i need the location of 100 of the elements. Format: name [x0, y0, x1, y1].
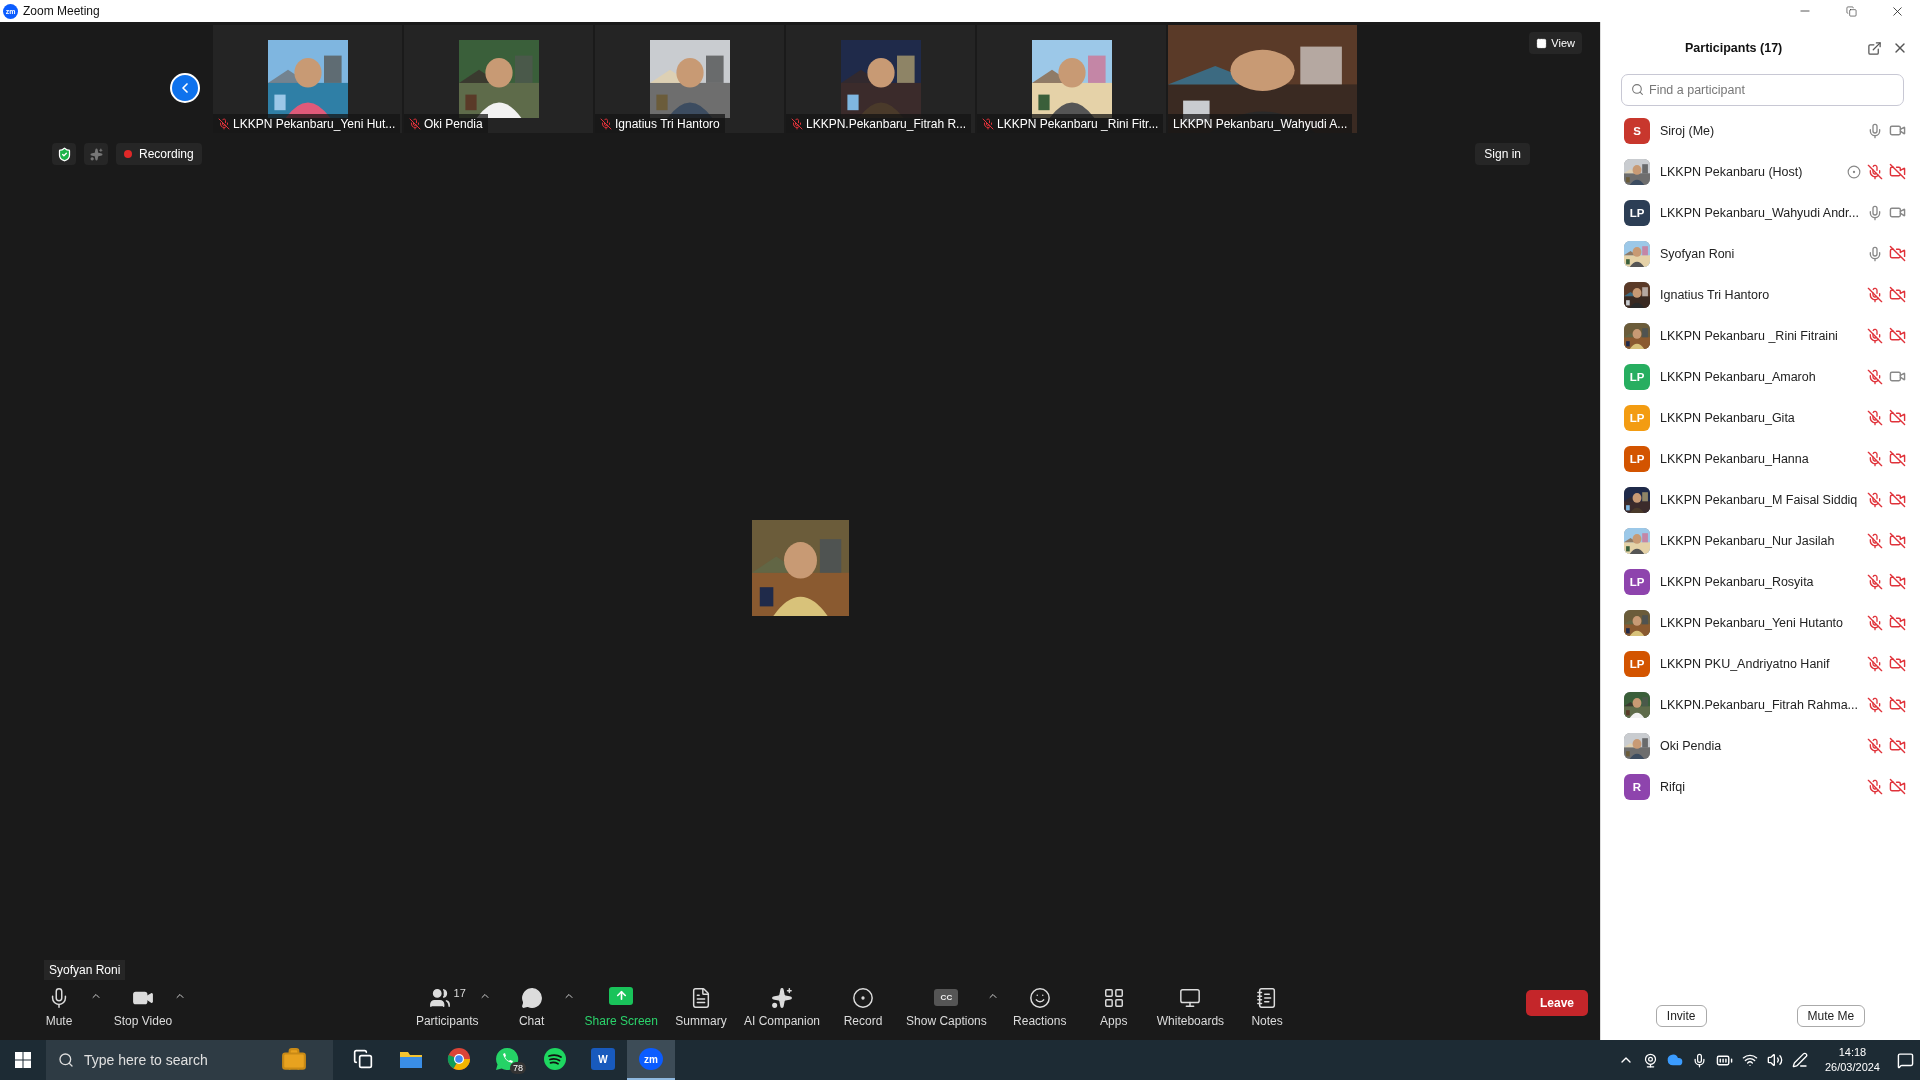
camera-off-icon[interactable]	[1889, 696, 1906, 713]
search-field[interactable]: Find a participant	[1621, 74, 1904, 106]
sign-in-button[interactable]: Sign in	[1475, 143, 1530, 165]
avatar: LP	[1624, 199, 1650, 226]
camera-off-icon[interactable]	[1889, 327, 1906, 344]
toolbar-button[interactable]: Notes	[1232, 982, 1303, 1032]
toolbar-button[interactable]: Whiteboards	[1152, 982, 1229, 1032]
microphone-icon[interactable]	[1691, 1052, 1707, 1068]
shield-icon	[56, 146, 72, 162]
muted-mic-icon[interactable]	[1867, 737, 1883, 754]
muted-mic-icon[interactable]	[1867, 450, 1883, 467]
view-button[interactable]: View	[1529, 32, 1582, 54]
webcam-icon[interactable]	[1642, 1052, 1658, 1068]
muted-mic-icon[interactable]	[1867, 778, 1883, 795]
participant-name: Oki Pendia	[424, 116, 483, 131]
participant-name: LKKPN Pekanbaru _Rini Fitraini	[1660, 328, 1839, 343]
camera-off-icon[interactable]	[1889, 163, 1906, 180]
notification-badge: 78	[510, 1062, 526, 1074]
participant-name: LKKPN.Pekanbaru_Fitrah Rahma...	[1660, 697, 1860, 712]
toolbar-button[interactable]: Summary	[666, 982, 736, 1032]
speaker-icon[interactable]	[1766, 1052, 1783, 1068]
avatar: R	[1624, 773, 1650, 800]
camera-off-icon[interactable]	[1889, 245, 1906, 262]
camera-off-icon[interactable]	[1889, 655, 1906, 672]
document-icon	[690, 986, 712, 1009]
camera-off-icon[interactable]	[1889, 286, 1906, 303]
document-app-icon: W	[591, 1048, 615, 1070]
restore-icon	[1845, 5, 1857, 17]
pop-out-icon	[1867, 40, 1882, 56]
briefcase-icon	[281, 1047, 307, 1073]
video-app-icon: zm	[639, 1048, 663, 1070]
panel-button[interactable]: Mute Me	[1796, 1005, 1866, 1027]
wifi-icon[interactable]	[1741, 1052, 1758, 1068]
ai-button[interactable]	[84, 143, 108, 165]
toolbar-button[interactable]: Reactions	[1004, 982, 1075, 1032]
participant-name: LKKPN Pekanbaru_M Faisal Siddiq	[1660, 492, 1859, 507]
toolbar-button[interactable]: Apps	[1078, 982, 1149, 1032]
people-icon	[428, 986, 451, 1009]
avatar: LP	[1624, 650, 1650, 677]
muted-mic-icon[interactable]	[1867, 696, 1883, 713]
toolbar-button[interactable]: CC Show Captions	[902, 982, 991, 1032]
camera-off-icon[interactable]	[1889, 778, 1906, 795]
encryption-button[interactable]	[52, 143, 76, 165]
task-view-icon	[353, 1049, 373, 1069]
muted-mic-icon[interactable]	[1867, 614, 1883, 631]
participant-name: LKKPN Pekanbaru_Rosyita	[1660, 574, 1815, 589]
captions-icon: CC	[934, 988, 959, 1006]
pen-icon[interactable]	[1791, 1052, 1808, 1068]
muted-mic-icon[interactable]	[1867, 655, 1883, 672]
taskbar-button[interactable]: zm	[627, 1040, 675, 1080]
toolbar-button[interactable]: Record	[828, 982, 899, 1032]
recording-dot	[124, 150, 132, 158]
participant-name: Ignatius Tri Hantoro	[615, 116, 720, 131]
camera-off-icon[interactable]	[1889, 491, 1906, 508]
taskbar-button[interactable]: W	[579, 1040, 627, 1080]
camera-off-icon[interactable]	[1889, 614, 1906, 631]
record-icon	[852, 986, 875, 1009]
participant-name: LKKPN Pekanbaru_Yeni Hutanto	[1660, 615, 1844, 630]
taskbar-button[interactable]: 78	[483, 1040, 531, 1080]
share-icon	[609, 986, 634, 1005]
toolbar-button[interactable]: Share Screen	[580, 982, 662, 1032]
participant-name: LKKPN Pekanbaru_Yeni Hut...	[233, 116, 396, 131]
camera-off-icon[interactable]	[1889, 532, 1906, 549]
muted-mic-icon[interactable]	[1867, 409, 1883, 426]
participant-name: LKKPN Pekanbaru_Hanna	[1660, 451, 1810, 466]
muted-mic-icon[interactable]	[1867, 491, 1883, 508]
toolbar-button[interactable]: Mute	[24, 982, 94, 1032]
muted-mic-icon[interactable]	[1867, 532, 1883, 549]
camera-off-icon[interactable]	[1889, 409, 1906, 426]
muted-mic-icon[interactable]	[1867, 368, 1883, 385]
recording-label: Recording	[139, 147, 194, 161]
participant-name: LKKPN Pekanbaru _Rini Fitr...	[997, 116, 1159, 131]
speaker-name: Syofyan Roni	[44, 960, 126, 980]
search-icon	[1631, 83, 1644, 96]
notifications-icon[interactable]	[1897, 1051, 1914, 1069]
taskbar-search-field[interactable]: Type here to search	[46, 1040, 333, 1080]
muted-mic-icon[interactable]	[1867, 286, 1883, 303]
cloud-icon[interactable]	[1666, 1052, 1683, 1068]
leave-button[interactable]: Leave	[1526, 990, 1588, 1016]
camera-off-icon[interactable]	[1889, 450, 1906, 467]
participant-count: 17	[453, 986, 466, 999]
participant-name: LKKPN Pekanbaru_Wahyudi A...	[1173, 116, 1348, 131]
participant-name: Syofyan Roni	[1660, 246, 1736, 261]
toolbar-button[interactable]: AI Companion	[740, 982, 825, 1032]
previous-page-button[interactable]	[170, 73, 200, 103]
toolbar-button[interactable]: Stop Video	[108, 982, 178, 1032]
toolbar-button[interactable]: Chat	[496, 982, 567, 1032]
muted-mic-icon[interactable]	[1867, 327, 1883, 344]
participant-name: Rifqi	[1660, 779, 1686, 794]
avatar: LP	[1624, 568, 1650, 595]
camera-off-icon[interactable]	[1889, 573, 1906, 590]
participant-name: Oki Pendia	[1660, 738, 1723, 753]
smiley-icon	[1028, 986, 1051, 1009]
muted-mic-icon[interactable]	[1867, 573, 1883, 590]
folder-icon	[399, 1049, 423, 1069]
panel-button[interactable]: Invite	[1655, 1005, 1707, 1027]
camera-off-icon[interactable]	[1889, 737, 1906, 754]
sparkle-icon	[771, 986, 793, 1009]
muted-mic-icon[interactable]	[1867, 163, 1883, 180]
toolbar-button[interactable]: 17 Participants	[411, 982, 483, 1032]
